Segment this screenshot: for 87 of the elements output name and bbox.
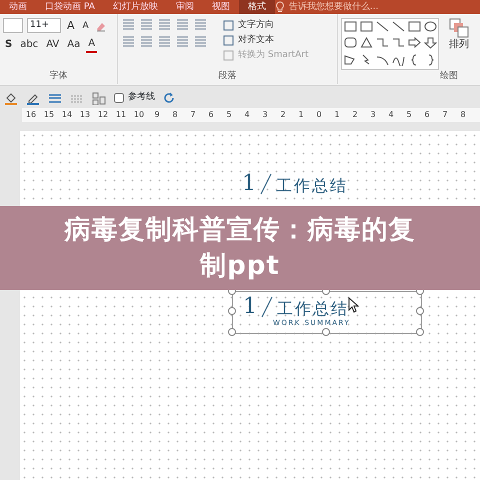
arrange-icon[interactable] (449, 18, 469, 38)
shape-icon (343, 20, 358, 33)
shape-icon (375, 36, 390, 50)
shape-icon (423, 20, 438, 33)
banner-title: 病毒复制科普宣传：病毒的复 (64, 214, 416, 247)
group-label: 绘图 (439, 70, 459, 82)
number-text: 1 (242, 173, 256, 195)
shape-icon (359, 36, 374, 50)
shape-icon (375, 20, 390, 33)
ruler-number: 3 (369, 109, 377, 121)
shape-icon (407, 20, 422, 33)
font-format-button[interactable]: AV (44, 38, 62, 52)
shape-icon (407, 36, 422, 50)
text-box-icon[interactable] (223, 20, 234, 31)
font-format-button[interactable]: abc (18, 38, 40, 52)
text-command[interactable]: 对齐文本 (238, 33, 274, 48)
shape-icon (423, 36, 438, 50)
ruler-number: 5 (225, 109, 233, 121)
shape-icon (359, 20, 374, 33)
ruler-number: 11 (114, 109, 128, 121)
font-size-field[interactable]: 11+ (27, 18, 61, 33)
line-weight-icon[interactable] (48, 92, 62, 104)
title-text: 工作总结 (276, 177, 348, 195)
ribbon-tab[interactable]: 幻灯片放映 (104, 0, 167, 14)
tell-me-field[interactable]: 告诉我您想要做什么... (288, 0, 378, 14)
shape-icon (391, 20, 406, 33)
ribbon-tab[interactable]: 动画 (0, 0, 36, 14)
align-left-icon[interactable] (121, 35, 135, 48)
font-size-button[interactable]: A (80, 18, 91, 32)
font-format-button[interactable]: S (3, 38, 14, 52)
ribbon-tab[interactable]: 审阅 (166, 0, 203, 14)
ruler-number: 3 (261, 109, 269, 121)
banner-title: 制ppt (200, 250, 280, 283)
resize-handle[interactable] (416, 307, 424, 316)
checkbox-label: 参考线 (128, 91, 155, 104)
ruler-number: 7 (441, 109, 449, 121)
resize-handle[interactable] (228, 328, 236, 336)
font-format-button[interactable]: A (86, 37, 98, 53)
ruler-number: 10 (132, 109, 146, 121)
ruler-number: 8 (171, 109, 179, 121)
text-box-icon[interactable] (223, 35, 234, 46)
ruler-number: 12 (96, 109, 110, 121)
ruler-number: 8 (459, 109, 467, 121)
align-objects-icon[interactable] (92, 92, 106, 104)
ruler-number: 1 (333, 109, 341, 121)
ribbon-tab[interactable]: 格式 (238, 0, 275, 14)
checkbox[interactable] (114, 93, 124, 103)
ruler-number: 6 (423, 109, 431, 121)
ruler-number: 13 (78, 109, 92, 121)
lightbulb-icon[interactable] (274, 1, 285, 13)
shapes-gallery[interactable] (341, 18, 439, 70)
slash-icon (260, 173, 272, 195)
ribbon-tab[interactable]: 口袋动画 PA (36, 0, 104, 14)
font-size-button[interactable]: A (65, 18, 77, 32)
cursor-icon (348, 297, 360, 313)
ruler-number: 2 (351, 109, 359, 121)
ruler-number: 1 (297, 109, 305, 121)
ruler-number: 9 (153, 109, 161, 121)
ruler-number: 5 (405, 109, 413, 121)
ruler-number: 2 (279, 109, 287, 121)
shape-icon (391, 36, 406, 50)
group-label: 字体 (48, 70, 68, 82)
ruler-number: 16 (24, 109, 38, 121)
ruler-number: 15 (42, 109, 56, 121)
fill-icon[interactable] (4, 92, 18, 104)
font-format-button[interactable]: Aa (65, 38, 82, 52)
resize-handle[interactable] (322, 328, 330, 336)
text-command[interactable]: 文字方向 (238, 18, 274, 33)
slash-icon (261, 296, 273, 318)
resize-handle[interactable] (416, 328, 424, 336)
ruler-number: 6 (207, 109, 215, 121)
ruler-number: 4 (387, 109, 395, 121)
shape-icon (343, 36, 358, 50)
arrange-button[interactable]: 排列 (447, 38, 471, 52)
group-label: 段落 (218, 70, 238, 82)
rotate-icon[interactable] (163, 92, 175, 104)
resize-handle[interactable] (228, 307, 236, 316)
ruler-number: 0 (315, 109, 323, 121)
ruler-number: 7 (189, 109, 197, 121)
ribbon-tab[interactable]: 视图 (202, 0, 239, 14)
ruler-number: 4 (243, 109, 251, 121)
font-name-field[interactable] (3, 18, 23, 33)
title-text: 工作总结 (277, 300, 349, 318)
text-box-icon[interactable] (223, 50, 234, 61)
number-text: 1 (243, 296, 257, 318)
pen-icon[interactable] (26, 92, 40, 104)
ruler-number: 14 (60, 109, 74, 121)
